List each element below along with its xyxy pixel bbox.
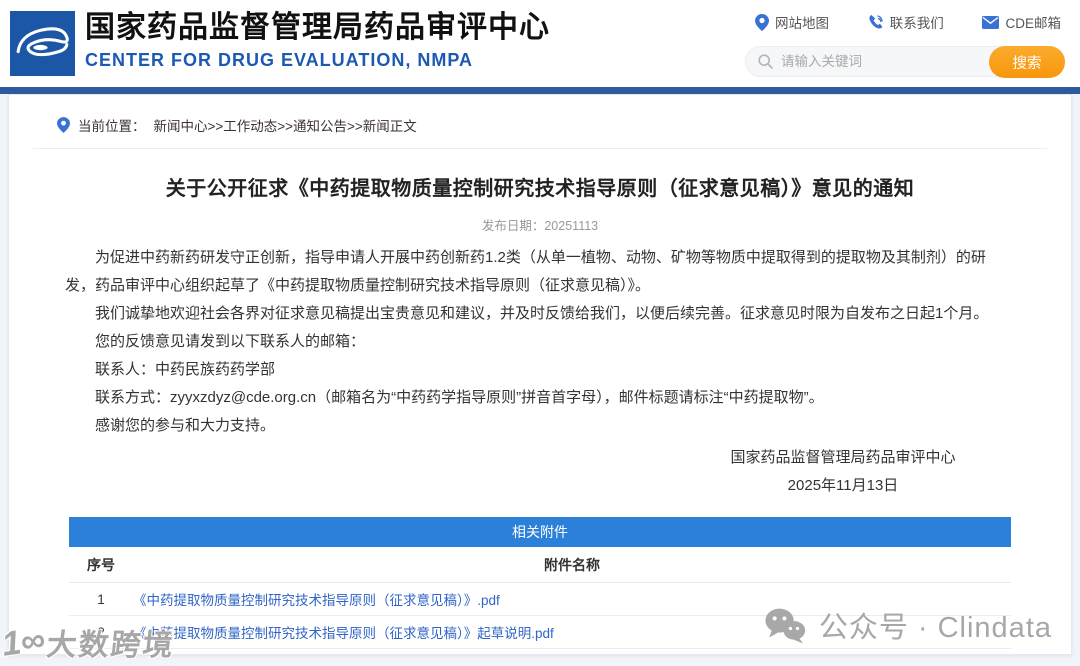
- header-divider-bar: [0, 87, 1080, 94]
- signature-block: 国家药品监督管理局药品审评中心 2025年11月13日: [663, 444, 1023, 500]
- breadcrumb-prefix: 当前位置：: [78, 119, 146, 134]
- quick-links: 网站地图 联系我们 CDE邮箱: [745, 10, 1065, 32]
- search-icon: [758, 54, 773, 69]
- breadcrumb-divider: [33, 148, 1047, 149]
- location-pin-icon: [57, 117, 70, 133]
- paragraph: 联系人：中药民族药药学部: [95, 361, 276, 378]
- table-row: 2 《中药提取物质量控制研究技术指导原则（征求意见稿）》起草说明.pdf: [69, 616, 1011, 649]
- search-button[interactable]: 搜索: [989, 46, 1065, 78]
- article-body: 为促进中药新药研发守正创新，指导申请人开展中药创新药1.2类（从单一植物、动物、…: [9, 234, 1071, 440]
- breadcrumb: 当前位置： 新闻中心>>工作动态>>通知公告>>新闻正文: [9, 95, 1071, 135]
- attachments-table: 相关附件 序号 附件名称 1 《中药提取物质量控制研究技术指导原则（征求意见稿）…: [69, 517, 1011, 654]
- cde-mail-link[interactable]: CDE邮箱: [982, 12, 1061, 32]
- publish-date: 发布日期：20251113: [481, 219, 599, 233]
- search-bar: 搜索: [745, 46, 1065, 78]
- contact-link[interactable]: 联系我们: [868, 12, 944, 32]
- sitemap-label: 网站地图: [775, 16, 829, 31]
- phone-icon: [869, 15, 883, 29]
- table-row: 1 《中药提取物质量控制研究技术指导原则（征求意见稿）》.pdf: [69, 583, 1011, 616]
- paragraph: 您的反馈意见请发到以下联系人的邮箱：: [95, 333, 366, 350]
- attachment-link[interactable]: 《中药提取物质量控制研究技术指导原则（征求意见稿）》.pdf: [133, 593, 500, 608]
- cde-logo: [10, 11, 75, 76]
- paragraph: 感谢您的参与和大力支持。: [95, 417, 276, 434]
- breadcrumb-path[interactable]: 新闻中心>>工作动态>>通知公告>>新闻正文: [154, 115, 417, 135]
- column-header-name: 附件名称: [544, 556, 600, 573]
- signature-org: 国家药品监督管理局药品审评中心: [730, 449, 956, 466]
- cde-mail-label: CDE邮箱: [1005, 16, 1061, 31]
- cde-logo-icon: [10, 11, 75, 76]
- sitemap-link[interactable]: 网站地图: [755, 12, 829, 32]
- attachments-header-row: 序号 附件名称: [69, 547, 1011, 583]
- mail-icon: [982, 15, 1000, 29]
- paragraph: 为促进中药新药研发守正创新，指导申请人开展中药创新药1.2类（从单一植物、动物、…: [65, 249, 986, 294]
- attachment-no: 2: [97, 624, 105, 640]
- paragraph: 我们诚挚地欢迎社会各界对征求意见稿提出宝贵意见和建议，并及时反馈给我们，以便后续…: [95, 305, 989, 322]
- org-subtitle: CENTER FOR DRUG EVALUATION, NMPA: [85, 50, 473, 70]
- attachment-link[interactable]: 《中药提取物质量控制研究技术指导原则（征求意见稿）》起草说明.pdf: [133, 626, 554, 641]
- attachments-caption: 相关附件: [69, 517, 1011, 547]
- content-panel: 当前位置： 新闻中心>>工作动态>>通知公告>>新闻正文 关于公开征求《中药提取物…: [8, 94, 1072, 655]
- map-pin-icon: [755, 13, 769, 31]
- signature-date: 2025年11月13日: [787, 477, 899, 494]
- org-title: 国家药品监督管理局药品审评中心: [85, 11, 550, 44]
- table-row: 3 《中药提取物质量控制研究技术指导原则（征求意见稿）》意见反馈表.docx: [69, 649, 1011, 654]
- site-header: 国家药品监督管理局药品审评中心 CENTER FOR DRUG EVALUATI…: [0, 0, 1080, 87]
- contact-label: 联系我们: [889, 16, 944, 31]
- article-title: 关于公开征求《中药提取物质量控制研究技术指导原则（征求意见稿）》意见的通知: [165, 178, 915, 200]
- column-header-no: 序号: [87, 556, 115, 573]
- attachment-no: 1: [97, 591, 105, 607]
- paragraph: 联系方式：zyyxzdyz@cde.org.cn（邮箱名为“中药药学指导原则”拼…: [95, 389, 824, 406]
